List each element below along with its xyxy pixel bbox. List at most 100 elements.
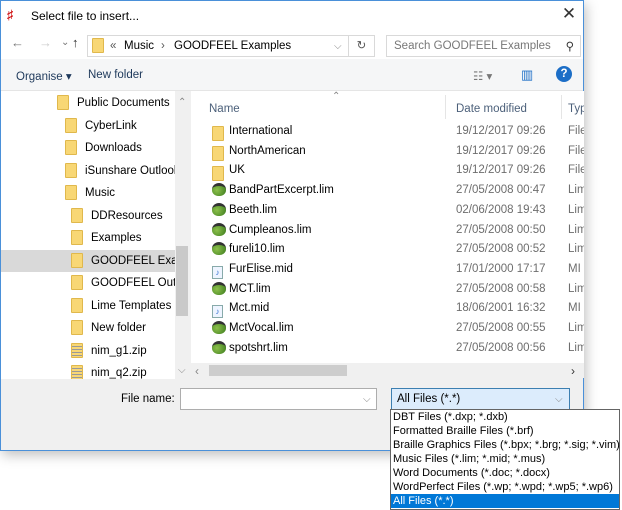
file-type-select[interactable]: All Files (*.*) ⌵ xyxy=(391,388,570,410)
sidebar-item-label: Downloads xyxy=(85,142,142,154)
search-placeholder: Search GOODFEEL Examples xyxy=(394,40,551,52)
sidebar-item[interactable]: CyberLink xyxy=(1,115,175,137)
scroll-left-icon[interactable]: ‹ xyxy=(195,364,199,378)
command-bar: Organise ▾ New folder ☷ ▾ ▥ ? xyxy=(1,59,583,91)
sidebar-item[interactable]: Examples xyxy=(1,227,175,249)
file-type-option[interactable]: Braille Graphics Files (*.bpx; *.brg; *.… xyxy=(391,438,620,452)
forward-icon[interactable]: → xyxy=(39,35,52,50)
column-header-name[interactable]: Name xyxy=(209,103,240,115)
search-input[interactable]: Search GOODFEEL Examples ⚲ xyxy=(386,35,581,57)
sidebar-item-label: GOODFEEL Output xyxy=(91,277,175,289)
file-row[interactable]: ♪ FurElise.mid 17/01/2000 17:17 MI xyxy=(191,259,584,279)
new-folder-button[interactable]: New folder xyxy=(88,69,143,81)
file-type-option[interactable]: Music Files (*.lim; *.mid; *.mus) xyxy=(391,452,619,466)
sidebar-item[interactable]: nim_g1.zip xyxy=(1,340,175,362)
file-type-selected: All Files (*.*) xyxy=(397,393,461,405)
folder-icon xyxy=(65,162,77,178)
file-row[interactable]: MctVocal.lim 27/05/2008 00:55 Lim xyxy=(191,318,584,338)
file-row[interactable]: MCT.lim 27/05/2008 00:58 Lim xyxy=(191,279,584,299)
sidebar-item-label: Public Documents xyxy=(77,97,170,109)
organise-button[interactable]: Organise ▾ xyxy=(16,69,72,83)
scroll-right-icon[interactable]: › xyxy=(571,364,575,378)
title-bar: ♯ Select file to insert... ✕ xyxy=(1,1,583,31)
column-header-type[interactable]: Typ xyxy=(568,103,584,115)
window-title: Select file to insert... xyxy=(31,9,140,23)
file-type: Lim xyxy=(568,243,584,256)
sidebar-item[interactable]: Downloads xyxy=(1,137,175,159)
scrollbar-thumb[interactable] xyxy=(176,246,188,316)
file-row[interactable]: spotshrt.lim 27/05/2008 00:56 Lim xyxy=(191,338,584,358)
recent-locations-icon[interactable]: ⌄ xyxy=(61,37,69,48)
lim-file-icon xyxy=(212,340,226,361)
file-type-option[interactable]: Formatted Braille Files (*.brf) xyxy=(391,424,619,438)
address-bar[interactable]: « Music › GOODFEEL Examples ⌵ xyxy=(87,35,349,57)
sidebar-item-label: nim_g1.zip xyxy=(91,344,147,357)
scroll-up-icon[interactable]: ⌃ xyxy=(178,97,186,108)
file-row[interactable]: International 19/12/2017 09:26 File xyxy=(191,121,584,142)
file-row[interactable]: Beeth.lim 02/06/2008 19:43 Lim xyxy=(191,200,584,220)
file-type: File xyxy=(568,144,584,157)
back-icon[interactable]: ← xyxy=(11,35,24,50)
sidebar-scrollbar[interactable]: ⌃ ⌵ xyxy=(175,91,189,379)
sidebar-item[interactable]: DDResources xyxy=(1,205,175,227)
horizontal-scrollbar[interactable]: ‹ › xyxy=(191,363,584,378)
file-name-input[interactable]: ⌵ xyxy=(180,388,377,410)
navigation-pane: Public Documents CyberLink Downloads iSunsh… xyxy=(1,91,189,379)
chevron-down-icon[interactable]: ⌵ xyxy=(363,394,371,405)
scroll-down-icon[interactable]: ⌵ xyxy=(178,365,186,376)
view-options-icon[interactable]: ☷ ▾ xyxy=(473,69,492,83)
file-name: Beeth.lim xyxy=(229,203,277,216)
chevron-down-icon: ⌵ xyxy=(555,394,563,405)
file-row[interactable]: UK 19/12/2017 09:26 File xyxy=(191,160,584,181)
folder-icon xyxy=(71,207,83,223)
file-row[interactable]: NorthAmerican 19/12/2017 09:26 File xyxy=(191,141,584,162)
folder-icon xyxy=(71,275,83,291)
sidebar-item[interactable]: GOODFEEL Output xyxy=(1,272,175,294)
sidebar-item-label: Music xyxy=(85,187,116,199)
breadcrumb-separator: › xyxy=(161,40,165,52)
file-date: 19/12/2017 09:26 xyxy=(456,164,546,177)
zip-icon xyxy=(71,342,83,358)
file-type-option[interactable]: DBT Files (*.dxp; *.dxb) xyxy=(391,410,619,424)
folder-icon xyxy=(71,320,83,336)
file-date: 17/01/2000 17:17 xyxy=(456,262,546,275)
sidebar-item-label: Lime Templates xyxy=(91,299,172,312)
file-type-option[interactable]: Word Documents (*.doc; *.docx) xyxy=(391,466,619,480)
chevron-down-icon[interactable]: ⌵ xyxy=(334,41,342,52)
file-type: Lim xyxy=(568,282,584,295)
file-type: Lim xyxy=(568,184,584,197)
scrollbar-thumb[interactable] xyxy=(209,365,347,376)
preview-pane-icon[interactable]: ▥ xyxy=(521,67,533,83)
file-type-option[interactable]: All Files (*.*) xyxy=(391,494,619,508)
sidebar-item[interactable]: GOODFEEL Examples xyxy=(1,249,175,272)
sidebar-item[interactable]: Public Documents xyxy=(1,92,175,114)
breadcrumb-overflow[interactable]: « xyxy=(110,40,116,52)
file-name-label: File name: xyxy=(121,393,175,405)
sidebar-item[interactable]: Lime Templates xyxy=(1,295,175,317)
column-divider[interactable] xyxy=(561,95,562,119)
column-divider[interactable] xyxy=(445,95,446,119)
file-type: Lim xyxy=(568,203,584,216)
up-icon[interactable]: ↑ xyxy=(72,35,79,50)
file-type: Lim xyxy=(568,322,584,334)
file-type-option[interactable]: WordPerfect Files (*.wp; *.wpd; *.wp5; *… xyxy=(391,480,619,494)
file-row[interactable]: BandPartExcerpt.lim 27/05/2008 00:47 Lim xyxy=(191,180,584,200)
sidebar-item[interactable]: New folder xyxy=(1,317,175,339)
sidebar-item[interactable]: Music xyxy=(1,182,175,204)
sidebar-item-label: GOODFEEL Examples xyxy=(91,254,175,267)
app-icon: ♯ xyxy=(7,7,14,22)
file-name: fureli10.lim xyxy=(229,243,285,256)
close-icon[interactable]: ✕ xyxy=(557,4,581,26)
sidebar-item[interactable]: iSunshare Outlook xyxy=(1,160,175,182)
search-icon: ⚲ xyxy=(565,41,574,53)
sidebar-item[interactable]: nim_q2.zip xyxy=(1,362,175,379)
file-row[interactable]: ♪ Mct.mid 18/06/2001 16:32 MI xyxy=(191,298,584,319)
column-header-date-modified[interactable]: Date modified xyxy=(456,103,527,115)
file-row[interactable]: Cumpleanos.lim 27/05/2008 00:50 Lim xyxy=(191,220,584,240)
help-icon[interactable]: ? xyxy=(556,66,572,82)
file-row[interactable]: fureli10.lim 27/05/2008 00:52 Lim xyxy=(191,239,584,259)
sidebar-item-label: CyberLink xyxy=(85,119,137,132)
refresh-button[interactable]: ↻ xyxy=(349,35,375,57)
breadcrumb-music[interactable]: Music xyxy=(124,40,154,52)
breadcrumb-goodfeel-examples[interactable]: GOODFEEL Examples xyxy=(174,40,291,52)
